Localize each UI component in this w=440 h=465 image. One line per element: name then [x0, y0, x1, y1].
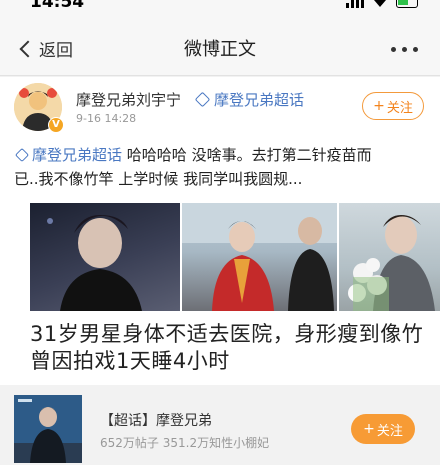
headline-line-1: 31岁男星身体不适去医院，身形瘦到像竹 [30, 322, 424, 346]
photo-singer-stage[interactable] [30, 203, 180, 311]
cellular-signal-icon [346, 0, 364, 8]
super-topic-link[interactable]: 摩登兄弟超话 [193, 89, 304, 110]
status-bar: 14:54 [0, 0, 440, 16]
super-topic-stats: 652万帖子 351.2万知性小棚妃 [100, 436, 270, 450]
super-topic-diamond-icon [194, 91, 211, 108]
follow-button[interactable]: + 关注 [362, 92, 424, 120]
post-topic-link[interactable]: 摩登兄弟超话 [14, 146, 122, 164]
super-topic-title: 【超话】摩登兄弟 [100, 413, 212, 429]
battery-icon [396, 0, 418, 8]
super-topic-follow-label: 关注 [376, 423, 403, 439]
user-name[interactable]: 摩登兄弟刘宇宁 [76, 89, 181, 110]
super-topic-diamond-icon [14, 147, 30, 163]
post-text-line-2: 已..我不像竹竿 上学时候 我同学叫我圆规... [14, 170, 303, 188]
post-text: 摩登兄弟超话 哈哈哈哈 没啥事。去打第二针疫苗而 已..我不像竹竿 上学时候 我… [14, 143, 426, 191]
wifi-icon [374, 0, 386, 7]
follow-label: 关注 [386, 100, 413, 116]
super-topic-follow-button[interactable]: + 关注 [351, 414, 415, 444]
post-media-strip[interactable] [30, 203, 440, 311]
plus-icon: + [373, 98, 385, 114]
super-topic-thumbnail[interactable] [14, 395, 82, 463]
weibo-post: V 摩登兄弟刘宇宁 摩登兄弟超话 9-16 14:28 + 关注 摩登兄弟超话 … [0, 77, 440, 385]
nav-bar: 返回 微博正文 [0, 16, 440, 76]
headline-line-2: 曾因拍戏1天睡4小时 [30, 349, 230, 373]
verified-badge-icon: V [48, 117, 64, 133]
photo-flowers[interactable] [339, 203, 440, 311]
super-topic-card[interactable]: 【超话】摩登兄弟 652万帖子 351.2万知性小棚妃 + 关注 [0, 386, 440, 465]
post-time: 9-16 14:28 [76, 112, 137, 125]
status-time: 14:54 [30, 0, 85, 12]
super-topic-label: 摩登兄弟超话 [214, 91, 305, 109]
photo-costume[interactable] [182, 203, 337, 311]
post-text-line-1: 哈哈哈哈 没啥事。去打第二针疫苗而 [126, 146, 372, 164]
status-icons [346, 0, 418, 8]
plus-icon: + [363, 421, 375, 437]
more-options-icon[interactable] [391, 47, 418, 52]
post-headline[interactable]: 31岁男星身体不适去医院，身形瘦到像竹 曾因拍戏1天睡4小时 [30, 321, 440, 375]
page-title: 微博正文 [184, 39, 256, 60]
